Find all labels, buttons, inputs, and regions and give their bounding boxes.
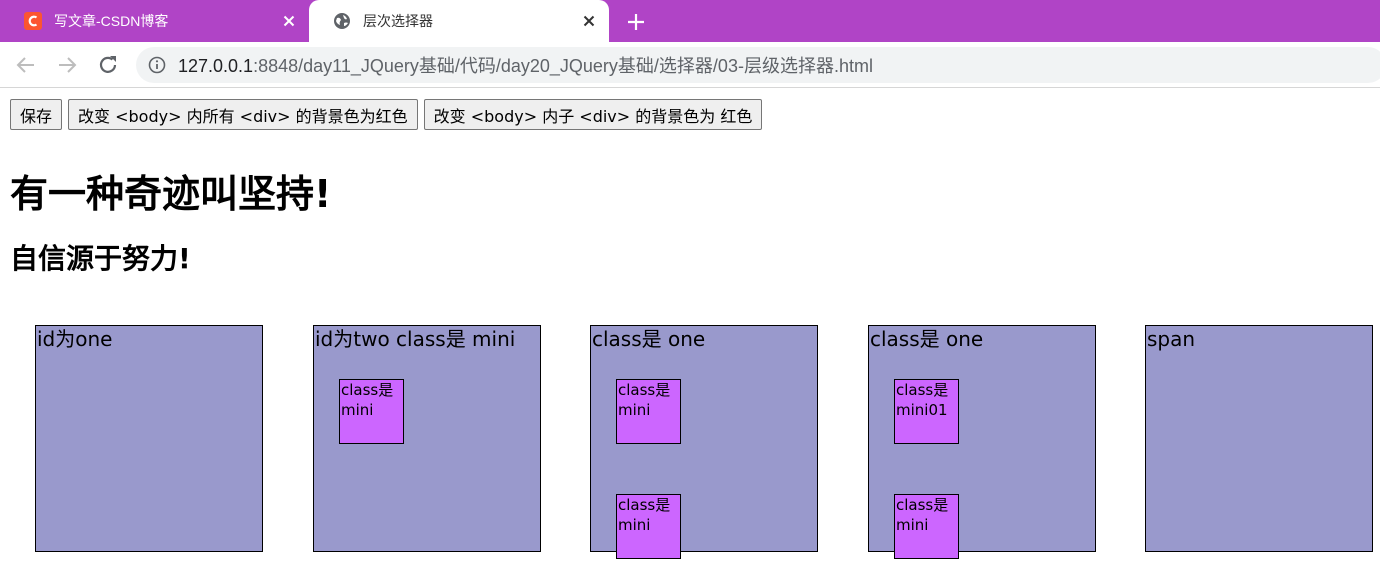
csdn-logo-icon: [24, 12, 42, 30]
tab-strip: 写文章-CSDN博客 层次选择器: [0, 0, 1380, 42]
mini-box: class是 mini01: [894, 379, 959, 444]
new-tab-plus-icon[interactable]: [624, 10, 648, 34]
forward-arrow-icon[interactable]: [55, 53, 79, 77]
box-class-one: class是 one class是 mini class是 mini: [590, 325, 818, 559]
page-subheading: 自信源于努力!: [10, 242, 191, 275]
info-icon[interactable]: [148, 56, 166, 74]
box-one: id为one: [35, 325, 263, 552]
page-content: 保存 改变 <body> 内所有 <div> 的背景色为红色 改变 <body>…: [0, 89, 1380, 563]
address-bar[interactable]: 127.0.0.1:8848/day11_JQuery基础/代码/day20_J…: [136, 47, 1380, 83]
tab-title: 写文章-CSDN博客: [54, 13, 169, 29]
box-label: class是 one: [592, 327, 706, 351]
globe-icon: [334, 13, 350, 29]
change-child-divs-button[interactable]: 改变 <body> 内子 <div> 的背景色为 红色: [423, 99, 763, 130]
box-label: id为two class是 mini: [315, 327, 516, 351]
url-path: :8848/day11_JQuery基础/代码/day20_JQuery基础/选…: [253, 56, 873, 76]
page-heading: 有一种奇迹叫坚持!: [10, 172, 332, 216]
box-label: id为one: [37, 327, 113, 351]
browser-toolbar: 127.0.0.1:8848/day11_JQuery基础/代码/day20_J…: [0, 42, 1380, 88]
url-text[interactable]: 127.0.0.1:8848/day11_JQuery基础/代码/day20_J…: [178, 52, 873, 78]
box-label: span: [1147, 327, 1196, 351]
box-two: id为two class是 mini class是 mini: [313, 325, 541, 552]
save-button[interactable]: 保存: [10, 99, 63, 130]
box-label: class是 one: [870, 327, 984, 351]
change-all-divs-button[interactable]: 改变 <body> 内所有 <div> 的背景色为红色: [68, 99, 418, 130]
tab-csdn[interactable]: 写文章-CSDN博客: [0, 0, 309, 42]
mini-box: class是 mini: [339, 379, 404, 444]
tab-active[interactable]: 层次选择器: [309, 0, 609, 42]
box-span: span: [1145, 325, 1373, 552]
tab-title: 层次选择器: [363, 13, 433, 29]
close-icon[interactable]: [281, 13, 297, 29]
box-class-one: class是 one class是 mini01 class是 mini: [868, 325, 1096, 559]
mini-box: class是 mini: [894, 494, 959, 559]
mini-box: class是 mini: [616, 379, 681, 444]
button-row: 保存 改变 <body> 内所有 <div> 的背景色为红色 改变 <body>…: [10, 99, 763, 130]
close-icon[interactable]: [581, 13, 597, 29]
url-host: 127.0.0.1: [178, 56, 254, 76]
back-arrow-icon[interactable]: [14, 53, 38, 77]
reload-icon[interactable]: [96, 53, 120, 77]
mini-box: class是 mini: [616, 494, 681, 559]
